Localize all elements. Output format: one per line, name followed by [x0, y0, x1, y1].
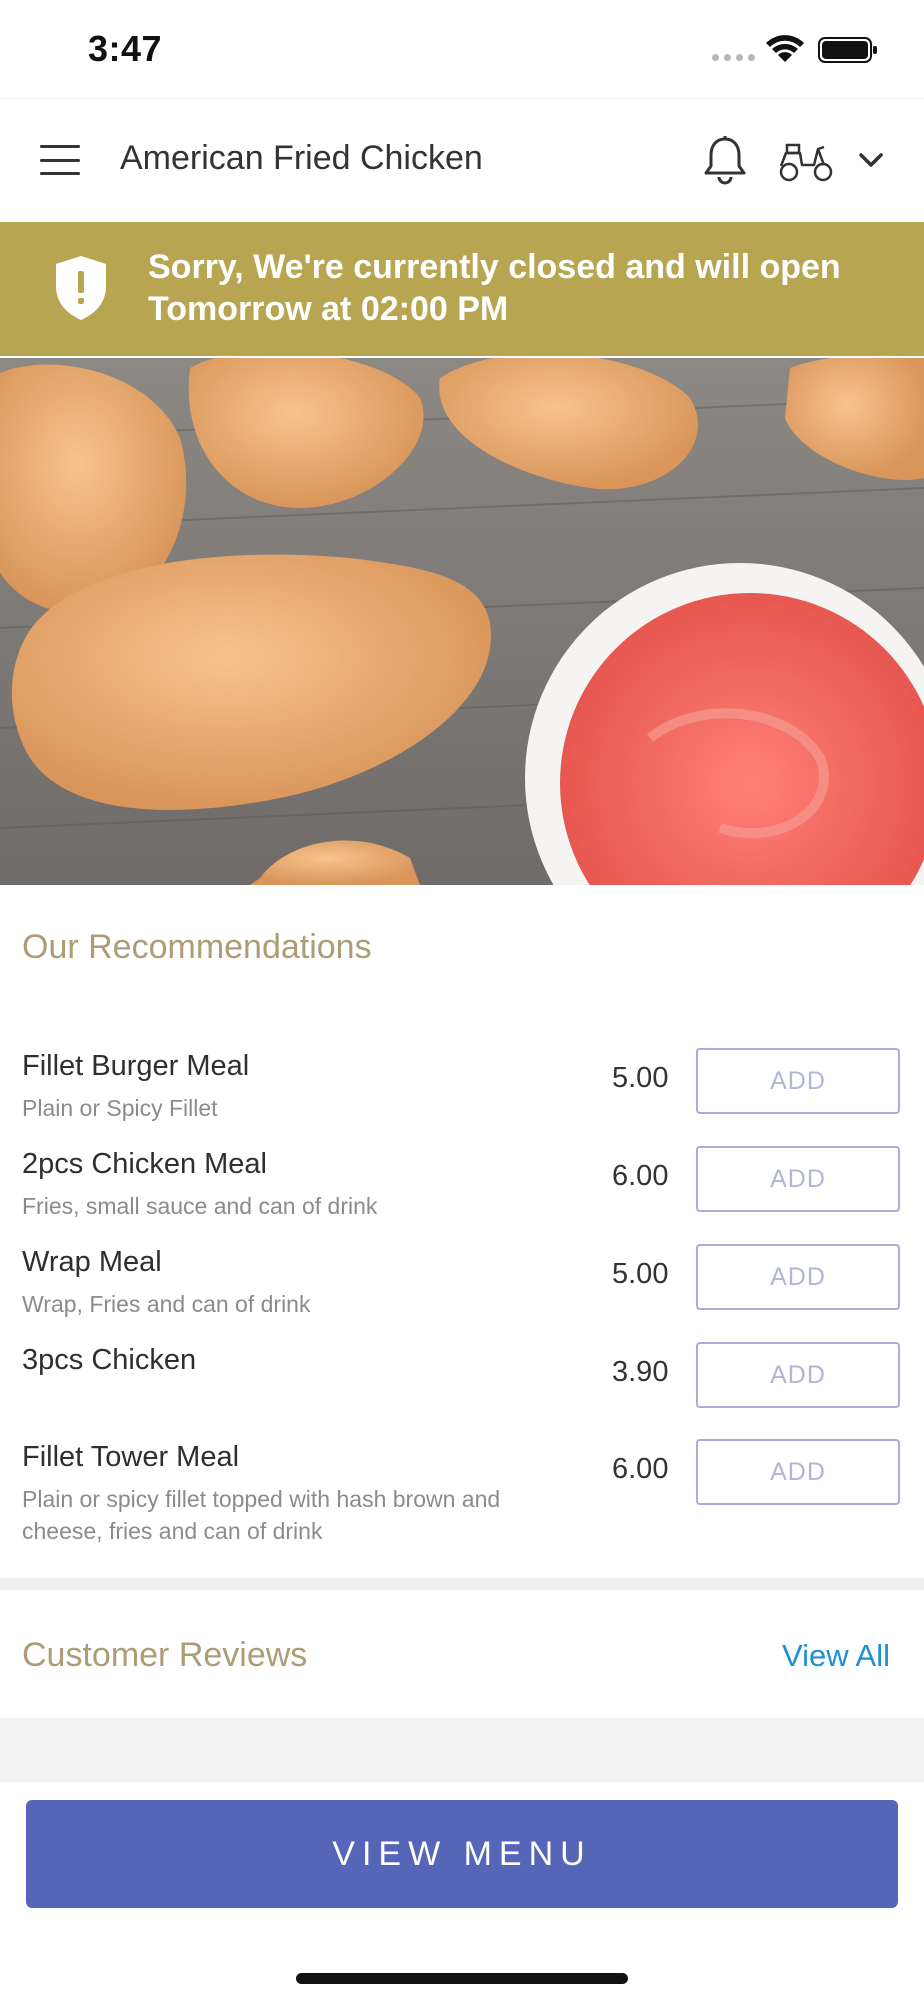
- store-closed-banner: Sorry, We're currently closed and will o…: [0, 222, 924, 356]
- app-header: American Fried Chicken: [0, 98, 924, 222]
- reviews-title: Customer Reviews: [22, 1636, 308, 1674]
- item-price: 6.00: [612, 1160, 669, 1192]
- view-menu-button[interactable]: VIEW MENU: [26, 1800, 898, 1908]
- item-price: 6.00: [612, 1453, 669, 1485]
- home-indicator[interactable]: [296, 1973, 628, 1984]
- item-description: Fries, small sauce and can of drink: [22, 1193, 378, 1219]
- status-bar: 3:47: [0, 0, 924, 98]
- item-description: Plain or spicy fillet topped with hash b…: [22, 1486, 501, 1544]
- add-button[interactable]: ADD: [696, 1146, 900, 1212]
- item-name: 3pcs Chicken: [22, 1344, 197, 1376]
- status-time: 3:47: [88, 28, 163, 69]
- fried-chicken-photo: [0, 358, 924, 885]
- hero-image: [0, 358, 924, 885]
- item-description: Wrap, Fries and can of drink: [22, 1291, 311, 1317]
- hamburger-menu-icon[interactable]: [40, 145, 80, 175]
- cellular-signal-icon: [712, 54, 755, 61]
- item-name: 2pcs Chicken Meal: [22, 1148, 267, 1180]
- shield-exclamation-icon: [56, 256, 106, 320]
- add-button[interactable]: ADD: [696, 1342, 900, 1408]
- chevron-down-icon[interactable]: [856, 147, 886, 173]
- item-name: Wrap Meal: [22, 1246, 162, 1278]
- view-all-reviews-link[interactable]: View All: [782, 1638, 890, 1674]
- add-button[interactable]: ADD: [696, 1244, 900, 1310]
- add-button[interactable]: ADD: [696, 1439, 900, 1505]
- item-name: Fillet Burger Meal: [22, 1050, 250, 1082]
- battery-icon: [818, 37, 877, 63]
- item-price: 5.00: [612, 1258, 669, 1290]
- scooter-icon[interactable]: [778, 139, 834, 183]
- recommendations-title: Our Recommendations: [22, 928, 372, 966]
- reviews-placeholder: [0, 1718, 924, 1782]
- item-description: Plain or Spicy Fillet: [22, 1095, 218, 1121]
- store-closed-message: Sorry, We're currently closed and will o…: [148, 248, 841, 328]
- page-title: American Fried Chicken: [120, 139, 483, 177]
- add-button[interactable]: ADD: [696, 1048, 900, 1114]
- item-price: 3.90: [612, 1356, 669, 1388]
- item-name: Fillet Tower Meal: [22, 1441, 240, 1473]
- bell-icon[interactable]: [702, 135, 748, 185]
- wifi-icon: [766, 35, 804, 62]
- section-divider: [0, 1578, 924, 1590]
- item-price: 5.00: [612, 1062, 669, 1094]
